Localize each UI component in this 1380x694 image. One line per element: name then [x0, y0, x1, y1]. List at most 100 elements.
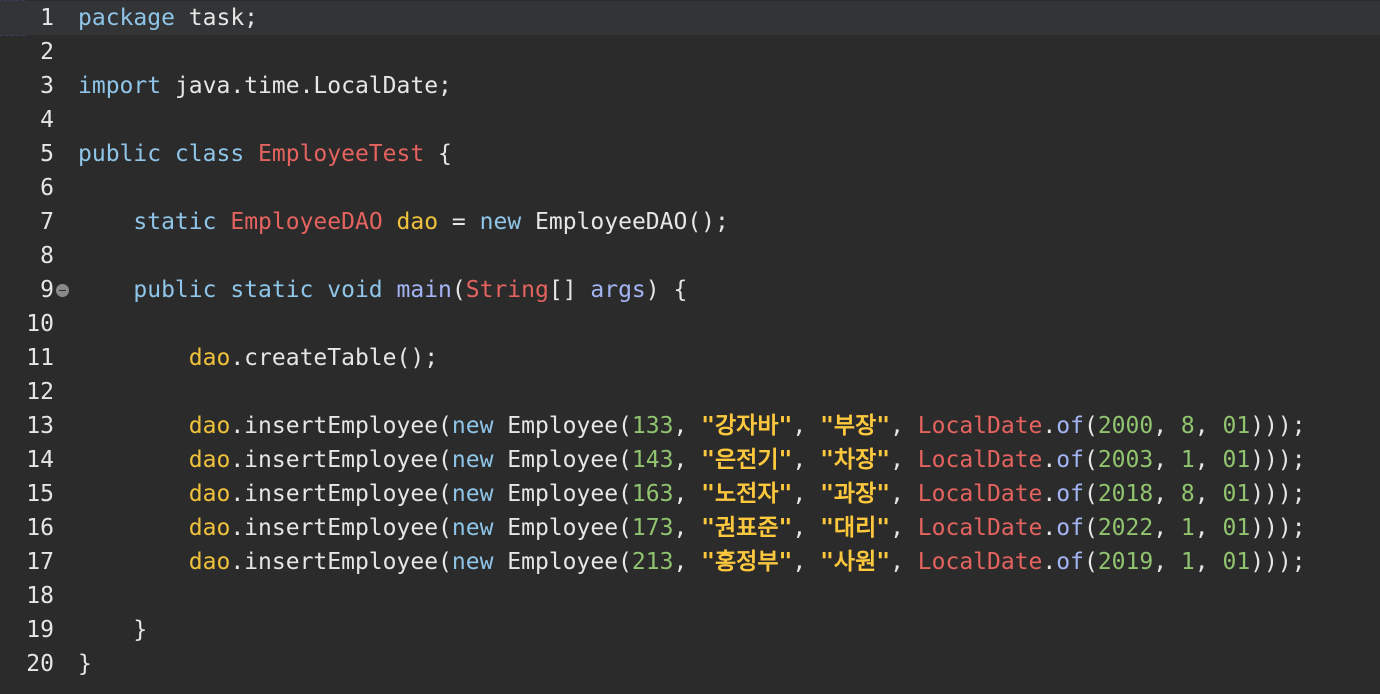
code-token: , — [1194, 481, 1223, 507]
code-line[interactable]: 9 public static void main(String[] args)… — [0, 273, 1380, 307]
code-token: } — [78, 651, 92, 677]
code-token: new — [451, 549, 494, 575]
code-token: , — [1153, 447, 1181, 473]
code-token: 2000 — [1097, 413, 1154, 439]
code-token: "부장" — [820, 413, 891, 439]
line-number: 18 — [26, 583, 54, 609]
code-token: package — [78, 5, 175, 31]
code-line[interactable]: 15 dao.insertEmployee(new Employee(163, … — [0, 477, 1380, 511]
code-text: } — [78, 613, 147, 647]
code-token: , — [1194, 515, 1223, 541]
code-token: [] — [548, 277, 591, 303]
code-token: , — [890, 549, 918, 575]
line-number: 5 — [40, 141, 54, 167]
code-token: dao — [396, 209, 439, 235]
code-line[interactable]: 2 — [0, 35, 1380, 69]
code-token: 173 — [631, 515, 674, 541]
code-text: } — [78, 647, 92, 681]
code-line[interactable]: 3 import java.time.LocalDate; — [0, 69, 1380, 103]
code-token: dao — [188, 447, 231, 473]
code-token: { — [424, 141, 452, 167]
line-number: 2 — [40, 39, 54, 65]
code-token: task; — [174, 5, 259, 31]
code-line[interactable]: 19 } — [0, 613, 1380, 647]
code-token: , — [1194, 447, 1223, 473]
code-token: .insertEmployee( — [230, 549, 452, 575]
code-line[interactable]: 17 dao.insertEmployee(new Employee(213, … — [0, 545, 1380, 579]
code-token: ( — [1083, 515, 1098, 541]
code-token: . — [1042, 549, 1057, 575]
code-line[interactable]: 8 — [0, 239, 1380, 273]
code-editor[interactable]: 1 package task; 2 3 import java.time.LocalDa… — [0, 0, 1380, 694]
line-number: 4 — [40, 107, 54, 133]
code-token: of — [1056, 481, 1084, 507]
code-token: of — [1056, 515, 1084, 541]
line-number: 19 — [26, 617, 54, 643]
code-token: , — [1153, 481, 1181, 507]
code-token: LocalDate — [917, 481, 1043, 507]
code-line[interactable]: 13 dao.insertEmployee(new Employee(133, … — [0, 409, 1380, 443]
code-token: LocalDate — [917, 447, 1043, 473]
code-token: dao — [188, 549, 231, 575]
code-token: 163 — [631, 481, 674, 507]
code-token: ))); — [1250, 481, 1306, 507]
code-token: new — [451, 515, 494, 541]
code-token: , — [673, 515, 702, 541]
code-token: . — [1042, 481, 1057, 507]
code-token: main — [396, 277, 452, 303]
code-token: String — [465, 277, 549, 303]
code-token: "사원" — [820, 549, 891, 575]
code-token: 8 — [1180, 413, 1195, 439]
code-token: new — [451, 447, 494, 473]
code-line[interactable]: 10 — [0, 307, 1380, 341]
code-token: public static void — [133, 277, 383, 303]
code-line[interactable]: 12 — [0, 375, 1380, 409]
code-token: ( — [451, 277, 466, 303]
code-token: 01 — [1222, 447, 1251, 473]
code-token: Employee( — [493, 549, 632, 575]
line-number: 10 — [26, 311, 54, 337]
code-token: ))); — [1250, 447, 1306, 473]
line-number: 11 — [26, 345, 54, 371]
code-line[interactable]: 16 dao.insertEmployee(new Employee(173, … — [0, 511, 1380, 545]
code-line[interactable]: 14 dao.insertEmployee(new Employee(143, … — [0, 443, 1380, 477]
code-token: 1 — [1180, 515, 1195, 541]
code-token: EmployeeDAO(); — [521, 209, 729, 235]
code-token: new — [451, 481, 494, 507]
code-line[interactable]: 1 package task; — [0, 1, 1380, 35]
line-number: 8 — [40, 243, 54, 269]
code-token: 01 — [1222, 413, 1251, 439]
code-token: , — [792, 447, 821, 473]
code-text: dao.insertEmployee(new Employee(173, "권표… — [78, 511, 1306, 545]
code-line[interactable]: 11 dao.createTable(); — [0, 341, 1380, 375]
line-number: 17 — [26, 549, 54, 575]
code-token: 213 — [631, 549, 674, 575]
code-line[interactable]: 5 public class EmployeeTest { — [0, 137, 1380, 171]
code-token: 01 — [1222, 515, 1251, 541]
code-line[interactable]: 4 — [0, 103, 1380, 137]
code-token: ( — [1083, 447, 1098, 473]
code-token: , — [792, 549, 821, 575]
code-token: 2018 — [1097, 481, 1154, 507]
code-token: "강자바" — [701, 413, 793, 439]
code-line[interactable]: 6 — [0, 171, 1380, 205]
code-token: 143 — [631, 447, 674, 473]
code-token: java.time.LocalDate; — [161, 73, 452, 99]
code-line[interactable]: 18 — [0, 579, 1380, 613]
line-number: 7 — [40, 209, 54, 235]
code-token: .insertEmployee( — [230, 481, 452, 507]
code-token: import — [78, 73, 162, 99]
code-token: , — [1194, 549, 1223, 575]
code-token: = — [438, 209, 480, 235]
code-line[interactable]: 7 static EmployeeDAO dao = new EmployeeD… — [0, 205, 1380, 239]
code-line[interactable]: 20} — [0, 647, 1380, 681]
code-text: dao.insertEmployee(new Employee(143, "은전… — [78, 443, 1306, 477]
code-text: dao.createTable(); — [78, 341, 438, 375]
code-token: .insertEmployee( — [230, 413, 452, 439]
fold-collapse-icon[interactable] — [56, 284, 69, 297]
code-token: , — [673, 481, 702, 507]
